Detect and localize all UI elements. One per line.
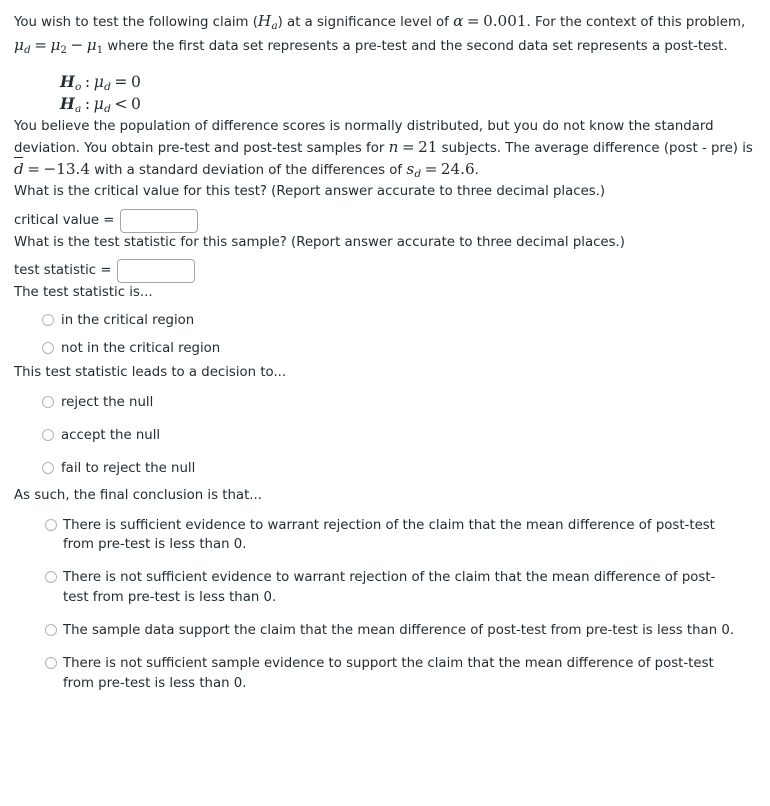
radio-option-not-in-critical-region[interactable]: not in the critical region [14, 334, 756, 362]
alternative-hypothesis-symbol: Ha [257, 12, 278, 32]
radio-icon[interactable] [45, 571, 57, 584]
option-label: accept the null [61, 428, 161, 444]
intro-paragraph: You wish to test the following claim (Ha… [14, 10, 756, 58]
decision-options: reject the null accept the null fail to … [14, 386, 756, 486]
alpha-significance-expression: α = 0.001 [453, 12, 527, 30]
option-label: reject the null [61, 394, 154, 410]
radio-icon[interactable] [45, 623, 57, 636]
statistics-problem-page: You wish to test the following claim (Ha… [0, 0, 770, 700]
radio-option-accept-null[interactable]: accept the null [14, 419, 756, 452]
radio-option-fail-to-reject-null[interactable]: fail to reject the null [14, 452, 756, 485]
radio-option-sufficient-evidence-reject[interactable]: There is sufficient evidence to warrant … [14, 509, 756, 562]
test-statistic-answer-row: test statistic = [14, 258, 756, 283]
critical-value-label: critical value = [14, 212, 115, 228]
radio-icon[interactable] [42, 313, 54, 326]
option-label: The sample data support the claim that t… [63, 622, 735, 638]
radio-option-sample-data-support[interactable]: The sample data support the claim that t… [14, 614, 756, 647]
test-statistic-question: What is the test statistic for this samp… [14, 234, 625, 250]
mu-d-definition-expression: μd = μ2− μ1 [14, 35, 104, 56]
radio-icon[interactable] [45, 657, 57, 670]
test-statistic-label: test statistic = [14, 263, 112, 279]
radio-icon[interactable] [42, 429, 54, 442]
option-label: There is not sufficient evidence to warr… [63, 570, 716, 605]
radio-icon[interactable] [45, 518, 57, 531]
conclusion-options: There is sufficient evidence to warrant … [14, 509, 756, 700]
critical-value-answer-row: critical value = [14, 208, 756, 233]
critical-value-input[interactable] [120, 208, 199, 233]
conclusion-prompt: As such, the final conclusion is that... [14, 487, 262, 503]
option-label: not in the critical region [61, 340, 221, 356]
radio-option-not-sufficient-evidence-reject[interactable]: There is not sufficient evidence to warr… [14, 561, 756, 614]
intro-text-2: ) at a significance level of [277, 15, 454, 30]
alternative-hypothesis-line: Ha: μd <0 [60, 94, 141, 116]
null-hypothesis-line: Ho: μd = 0 [60, 71, 141, 93]
mean-difference-expression: d = −13.4 [13, 157, 90, 178]
option-label: There is not sufficient sample evidence … [63, 656, 714, 691]
intro-text-4: where the first data set represents a pr… [103, 38, 728, 54]
decision-prompt: This test statistic leads to a decision … [14, 364, 287, 380]
sample-description-paragraph: You believe the population of difference… [13, 117, 756, 182]
intro-text-1: You wish to test the following claim ( [14, 15, 258, 30]
radio-option-reject-null[interactable]: reject the null [14, 386, 756, 419]
sample-text-4: . [474, 163, 479, 179]
option-label: fail to reject the null [61, 461, 196, 477]
test-statistic-input[interactable] [117, 258, 196, 283]
option-label: in the critical region [61, 312, 195, 328]
critical-region-options: in the critical region not in the critic… [14, 306, 756, 363]
critical-region-prompt: The test statistic is... [14, 284, 153, 300]
critical-value-question: What is the critical value for this test… [14, 184, 606, 200]
radio-option-in-critical-region[interactable]: in the critical region [14, 306, 756, 334]
hypotheses-block: Ho: μd = 0 Ha: μd <0 [14, 72, 756, 117]
radio-icon[interactable] [42, 395, 54, 408]
radio-option-not-sufficient-sample-evidence[interactable]: There is not sufficient sample evidence … [14, 647, 756, 700]
radio-icon[interactable] [42, 462, 54, 475]
sample-text-2: subjects. The average difference (post -… [437, 141, 753, 157]
option-label: There is sufficient evidence to warrant … [63, 517, 715, 553]
sample-size-expression: n = 21 [388, 138, 438, 157]
intro-text-3: . For the context of this problem, [526, 15, 746, 30]
std-deviation-expression: sd = 24.6 [406, 160, 475, 181]
radio-icon[interactable] [42, 341, 54, 354]
sample-text-3: with a standard deviation of the differe… [90, 163, 407, 179]
